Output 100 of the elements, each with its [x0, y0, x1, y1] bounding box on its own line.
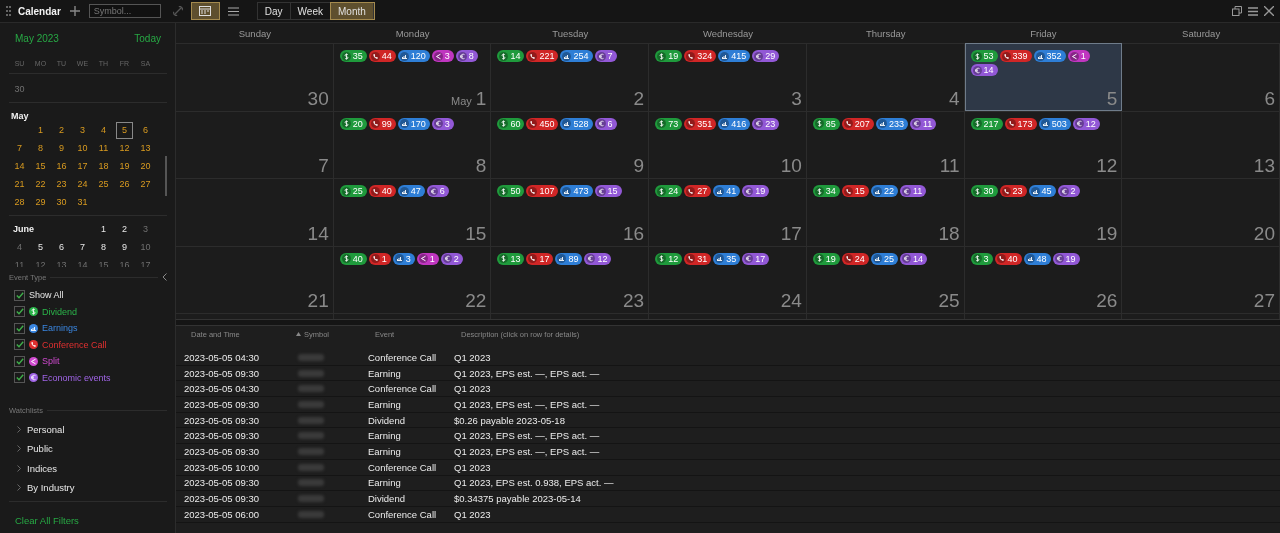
date-cell[interactable]: 4 — [11, 239, 28, 255]
event-count-badge[interactable]: 352 — [1033, 50, 1066, 62]
watchlist-item[interactable]: Indices — [27, 462, 58, 474]
popout-icon[interactable] — [1232, 6, 1242, 16]
day-cell[interactable]: 60 450 528 6 9 — [491, 110, 650, 178]
event-count-badge[interactable]: 503 — [1038, 117, 1071, 130]
date-cell[interactable]: 17 — [74, 158, 91, 174]
event-count-badge[interactable]: 2 — [440, 252, 463, 265]
date-cell[interactable]: 4 — [95, 122, 112, 138]
event-count-badge[interactable]: 3 — [431, 50, 454, 62]
watchlist-item[interactable]: Public — [27, 443, 53, 455]
day-cell[interactable]: 20 99 170 3 8 — [333, 110, 492, 178]
day-cell[interactable]: 6 — [1122, 43, 1280, 111]
event-count-badge[interactable]: 99 — [368, 117, 396, 130]
event-count-badge[interactable]: 6 — [426, 185, 449, 197]
date-cell[interactable]: 24 — [74, 176, 91, 192]
date-cell[interactable]: 1 — [32, 122, 49, 138]
event-count-badge[interactable]: 528 — [560, 117, 593, 130]
drag-handle-icon[interactable] — [6, 6, 11, 16]
event-count-badge[interactable]: 35 — [339, 50, 367, 62]
day-cell[interactable]: 14 221 254 7 2 — [491, 43, 650, 111]
checkbox[interactable] — [14, 289, 25, 301]
event-count-badge[interactable]: 3 — [392, 252, 415, 265]
date-cell[interactable]: 15 — [95, 257, 112, 267]
day-cell[interactable]: 3 40 48 19 26 — [964, 245, 1123, 313]
date-cell[interactable]: 15 — [32, 158, 49, 174]
event-count-badge[interactable]: 13 — [497, 252, 525, 265]
checkbox[interactable] — [14, 372, 25, 384]
date-cell[interactable]: 9 — [116, 239, 133, 255]
date-cell[interactable]: 27 — [137, 176, 154, 192]
event-count-badge[interactable]: 60 — [497, 117, 525, 130]
event-count-badge[interactable]: 85 — [812, 117, 840, 130]
date-cell[interactable]: 16 — [116, 257, 133, 267]
event-count-badge[interactable]: 450 — [526, 117, 559, 130]
event-count-badge[interactable]: 30 — [970, 185, 998, 197]
event-count-badge[interactable]: 2 — [1057, 185, 1080, 197]
event-count-badge[interactable]: 107 — [526, 185, 559, 197]
event-count-badge[interactable]: 12 — [1072, 117, 1100, 130]
event-count-badge[interactable]: 50 — [497, 185, 525, 197]
event-count-badge[interactable]: 24 — [841, 252, 869, 265]
day-cell[interactable]: 13 — [1122, 110, 1280, 178]
date-cell[interactable]: 17 — [137, 257, 154, 267]
date-cell[interactable]: 29 — [32, 194, 49, 210]
event-count-badge[interactable]: 15 — [594, 185, 622, 197]
event-count-badge[interactable]: 14 — [899, 252, 927, 265]
event-count-badge[interactable]: 1 — [416, 252, 439, 265]
date-cell[interactable]: 30 — [11, 81, 28, 97]
event-count-badge[interactable]: 217 — [970, 117, 1003, 130]
event-count-badge[interactable]: 1 — [1067, 50, 1090, 62]
event-count-badge[interactable]: 25 — [339, 185, 367, 197]
date-cell[interactable]: 5 — [32, 239, 49, 255]
event-count-badge[interactable]: 12 — [655, 252, 683, 265]
date-cell[interactable]: 2 — [53, 122, 70, 138]
date-cell[interactable]: 9 — [53, 140, 70, 156]
day-cell[interactable]: 12 31 35 17 24 — [649, 245, 807, 313]
event-count-badge[interactable]: 19 — [742, 185, 770, 197]
event-count-badge[interactable]: 233 — [875, 117, 908, 130]
menu-icon[interactable] — [1248, 6, 1258, 16]
event-count-badge[interactable]: 44 — [368, 50, 396, 62]
date-cell[interactable]: 21 — [11, 176, 28, 192]
range-tab[interactable]: Day — [257, 3, 291, 19]
event-count-badge[interactable]: 24 — [655, 185, 683, 197]
watchlist-item[interactable]: By Industry — [27, 482, 75, 494]
date-cell[interactable]: 18 — [95, 158, 112, 174]
chevron-icon[interactable] — [17, 464, 21, 472]
event-count-badge[interactable]: 47 — [397, 185, 425, 197]
event-count-badge[interactable]: 23 — [752, 117, 780, 130]
event-count-badge[interactable]: 27 — [684, 185, 712, 197]
date-cell[interactable]: 7 — [74, 239, 91, 255]
day-cell[interactable]: 19 24 25 14 25 — [806, 245, 965, 313]
date-cell[interactable]: 7 — [11, 140, 28, 156]
date-cell[interactable]: 11 — [11, 257, 28, 267]
date-cell[interactable]: 19 — [116, 158, 133, 174]
chevron-icon[interactable] — [17, 426, 21, 434]
date-cell[interactable]: 10 — [137, 239, 154, 255]
event-count-badge[interactable]: 3 — [970, 252, 993, 265]
day-cell[interactable]: 20 — [1122, 178, 1280, 246]
day-cell[interactable]: 14 — [176, 178, 334, 246]
event-count-badge[interactable]: 19 — [655, 50, 683, 62]
date-cell[interactable]: 25 — [95, 176, 112, 192]
event-count-badge[interactable]: 48 — [1023, 252, 1051, 265]
event-count-badge[interactable]: 120 — [397, 50, 430, 62]
date-cell[interactable]: 10 — [74, 140, 91, 156]
event-count-badge[interactable]: 15 — [841, 185, 869, 197]
event-count-badge[interactable]: 11 — [899, 185, 927, 197]
event-count-badge[interactable]: 7 — [594, 50, 617, 62]
chevron-icon[interactable] — [17, 484, 21, 492]
checkbox[interactable] — [14, 339, 25, 351]
day-cell[interactable]: 34 15 22 11 18 — [806, 178, 965, 246]
date-cell[interactable]: 1 — [95, 221, 112, 237]
date-cell[interactable]: 26 — [116, 176, 133, 192]
event-count-badge[interactable]: 53 — [970, 50, 998, 62]
event-count-badge[interactable]: 173 — [1004, 117, 1037, 130]
day-cell[interactable]: 30 — [176, 43, 334, 111]
date-cell[interactable]: 30 — [53, 194, 70, 210]
day-cell[interactable]: 19 324 415 29 3 — [649, 43, 807, 111]
date-cell[interactable]: 31 — [74, 194, 91, 210]
day-cell[interactable]: 27 — [1122, 245, 1280, 313]
event-count-badge[interactable]: 3 — [431, 117, 454, 130]
event-count-badge[interactable]: 11 — [909, 117, 937, 130]
